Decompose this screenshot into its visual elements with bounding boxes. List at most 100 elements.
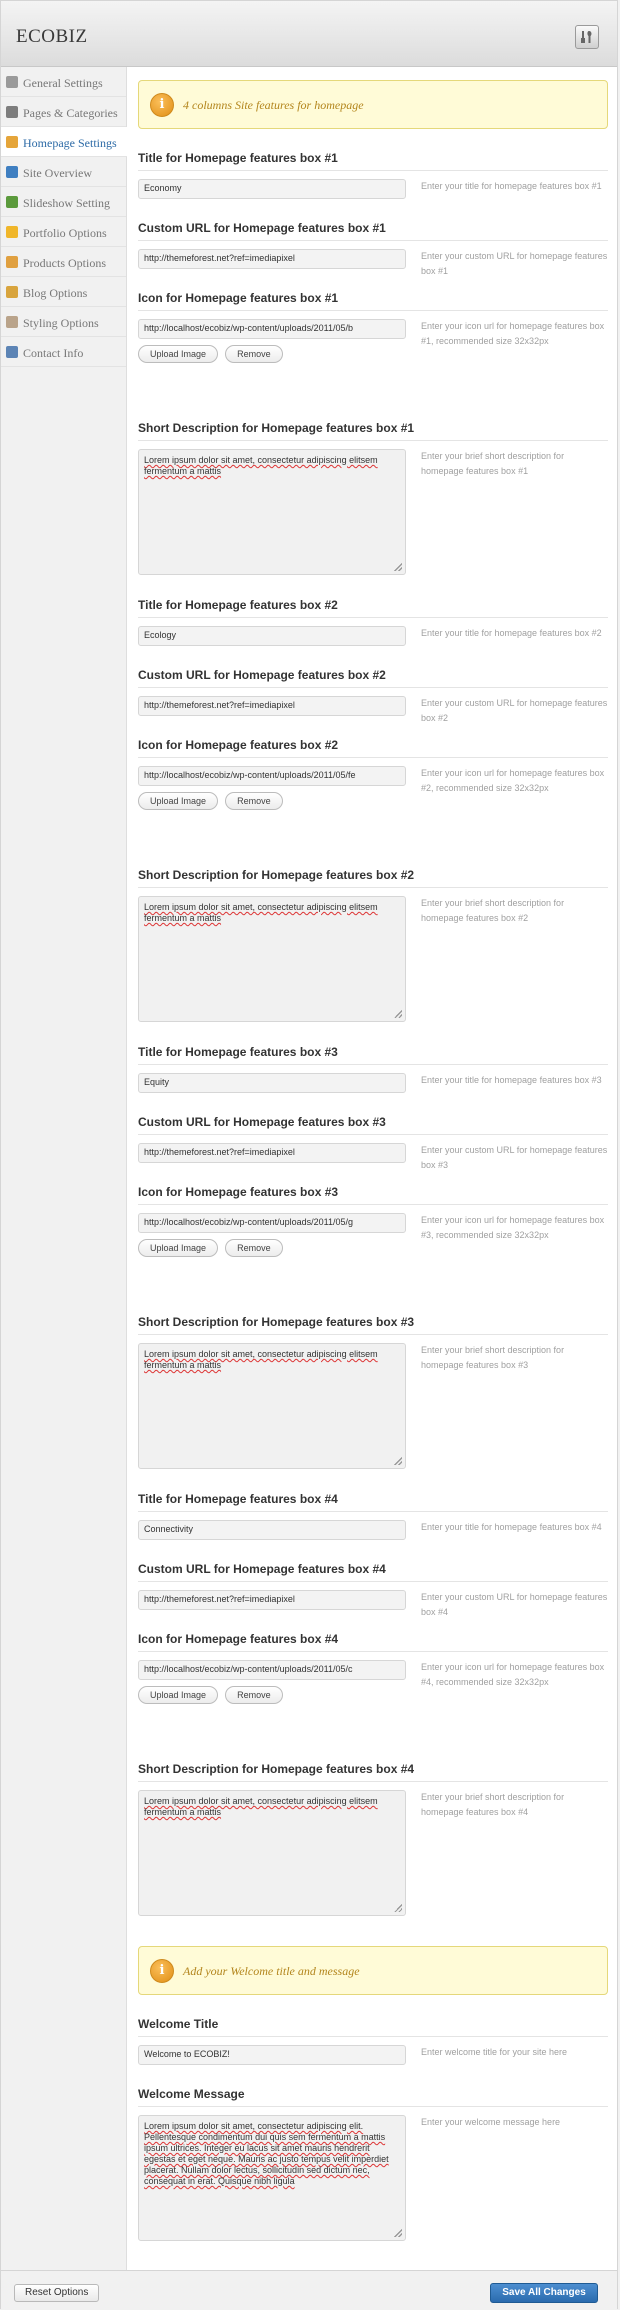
short-description-textarea[interactable]: Lorem ipsum dolor sit amet, consectetur … (138, 896, 406, 1022)
option-description: Enter your custom URL for homepage featu… (421, 698, 608, 723)
resize-handle[interactable] (394, 2229, 402, 2237)
option-label: Icon for Homepage features box #1 (138, 290, 608, 311)
option-label: Custom URL for Homepage features box #3 (138, 1114, 608, 1135)
brand-logo: ECOBIZ (16, 26, 88, 47)
option-label: Icon for Homepage features box #3 (138, 1184, 608, 1205)
option-label: Icon for Homepage features box #2 (138, 737, 608, 758)
option-welcome-message: Welcome Message Lorem ipsum dolor sit am… (138, 2086, 608, 2241)
option-short-desc-box-3: Short Description for Homepage features … (138, 1314, 608, 1469)
short-description-textarea[interactable]: Lorem ipsum dolor sit amet, consectetur … (138, 449, 406, 575)
slideshow-icon (6, 196, 18, 208)
sidebar-item-pages-categories[interactable]: Pages & Categories (1, 97, 126, 127)
sidebar-item-slideshow-setting[interactable]: Slideshow Setting (1, 187, 126, 217)
tools-icon[interactable] (575, 25, 599, 49)
upload-image-button[interactable]: Upload Image (138, 1239, 219, 1257)
option-label: Title for Homepage features box #3 (138, 1044, 608, 1065)
icon-url-input[interactable]: http://localhost/ecobiz/wp-content/uploa… (138, 1660, 406, 1680)
option-description: Enter your title for homepage features b… (421, 1522, 602, 1532)
sidebar-item-label: Pages & Categories (23, 106, 118, 120)
sidebar-item-general-settings[interactable]: General Settings (1, 67, 126, 97)
url-input[interactable]: http://themeforest.net?ref=imediapixel (138, 249, 406, 269)
option-label: Title for Homepage features box #1 (138, 150, 608, 171)
option-description: Enter your icon url for homepage feature… (421, 321, 605, 346)
sidebar-item-products-options[interactable]: Products Options (1, 247, 126, 277)
title-input[interactable]: Economy (138, 179, 406, 199)
sidebar-item-label: Blog Options (23, 286, 88, 300)
option-label: Title for Homepage features box #2 (138, 597, 608, 618)
icon-url-input[interactable]: http://localhost/ecobiz/wp-content/uploa… (138, 319, 406, 339)
pages-icon (6, 106, 18, 118)
icon-url-input[interactable]: http://localhost/ecobiz/wp-content/uploa… (138, 766, 406, 786)
textarea-content: Lorem ipsum dolor sit amet, consectetur … (144, 1796, 378, 1817)
option-welcome-title: Welcome Title Welcome to ECOBIZ! Enter w… (138, 2016, 608, 2065)
short-description-textarea[interactable]: Lorem ipsum dolor sit amet, consectetur … (138, 1790, 406, 1916)
notice-text: Add your Welcome title and message (183, 1964, 360, 1978)
upload-image-button[interactable]: Upload Image (138, 1686, 219, 1704)
option-label: Welcome Message (138, 2086, 608, 2107)
sidebar-item-homepage-settings[interactable]: Homepage Settings (1, 127, 127, 157)
gear-icon (6, 76, 18, 88)
welcome-title-input[interactable]: Welcome to ECOBIZ! (138, 2045, 406, 2065)
option-description: Enter your brief short description for h… (421, 1792, 565, 1817)
option-description: Enter your title for homepage features b… (421, 628, 602, 638)
textarea-content: Lorem ipsum dolor sit amet, consectetur … (144, 455, 378, 476)
url-input[interactable]: http://themeforest.net?ref=imediapixel (138, 1590, 406, 1610)
sidebar-item-contact-info[interactable]: Contact Info (1, 337, 126, 367)
title-input[interactable]: Connectivity (138, 1520, 406, 1540)
remove-button[interactable]: Remove (225, 345, 283, 363)
resize-handle[interactable] (394, 563, 402, 571)
option-description: Enter your icon url for homepage feature… (421, 1215, 605, 1240)
option-short-desc-box-2: Short Description for Homepage features … (138, 867, 608, 1022)
option-label: Short Description for Homepage features … (138, 420, 608, 441)
reset-options-button[interactable]: Reset Options (14, 2284, 100, 2302)
option-title-box-3: Title for Homepage features box #3 Equit… (138, 1044, 608, 1093)
save-all-changes-button[interactable]: Save All Changes (490, 2283, 598, 2303)
short-description-textarea[interactable]: Lorem ipsum dolor sit amet, consectetur … (138, 1343, 406, 1469)
option-url-box-2: Custom URL for Homepage features box #2 … (138, 667, 608, 723)
option-description: Enter your title for homepage features b… (421, 1075, 602, 1085)
option-title-box-2: Title for Homepage features box #2 Ecolo… (138, 597, 608, 646)
sidebar-item-label: Slideshow Setting (23, 196, 111, 210)
title-input[interactable]: Equity (138, 1073, 406, 1093)
option-label: Short Description for Homepage features … (138, 867, 608, 888)
sidebar-item-portfolio-options[interactable]: Portfolio Options (1, 217, 126, 247)
resize-handle[interactable] (394, 1010, 402, 1018)
remove-button[interactable]: Remove (225, 792, 283, 810)
option-label: Short Description for Homepage features … (138, 1761, 608, 1782)
title-input[interactable]: Ecology (138, 626, 406, 646)
upload-image-button[interactable]: Upload Image (138, 792, 219, 810)
option-title-box-4: Title for Homepage features box #4 Conne… (138, 1491, 608, 1540)
sidebar-item-blog-options[interactable]: Blog Options (1, 277, 126, 307)
option-description: Enter your icon url for homepage feature… (421, 768, 605, 793)
options-panel: ECOBIZ General Settings Pages & Categori… (0, 0, 618, 2310)
info-notice: i 4 columns Site features for homepage (138, 80, 608, 129)
sidebar-item-label: Contact Info (23, 346, 84, 360)
resize-handle[interactable] (394, 1904, 402, 1912)
sidebar-item-label: Homepage Settings (23, 136, 117, 150)
sidebar-item-site-overview[interactable]: Site Overview (1, 157, 126, 187)
option-description: Enter your brief short description for h… (421, 898, 565, 923)
option-label: Custom URL for Homepage features box #1 (138, 220, 608, 241)
option-icon-box-4: Icon for Homepage features box #4 http:/… (138, 1631, 608, 1704)
notice-text: 4 columns Site features for homepage (183, 98, 364, 112)
url-input[interactable]: http://themeforest.net?ref=imediapixel (138, 1143, 406, 1163)
info-notice: i Add your Welcome title and message (138, 1946, 608, 1995)
sidebar-item-styling-options[interactable]: Styling Options (1, 307, 126, 337)
option-label: Custom URL for Homepage features box #2 (138, 667, 608, 688)
option-description: Enter your icon url for homepage feature… (421, 1662, 605, 1687)
icon-url-input[interactable]: http://localhost/ecobiz/wp-content/uploa… (138, 1213, 406, 1233)
option-title-box-1: Title for Homepage features box #1 Econo… (138, 150, 608, 199)
option-description: Enter your welcome message here (421, 2117, 561, 2127)
option-icon-box-2: Icon for Homepage features box #2 http:/… (138, 737, 608, 810)
welcome-message-textarea[interactable]: Lorem ipsum dolor sit amet, consectetur … (138, 2115, 406, 2241)
remove-button[interactable]: Remove (225, 1686, 283, 1704)
upload-image-button[interactable]: Upload Image (138, 345, 219, 363)
url-input[interactable]: http://themeforest.net?ref=imediapixel (138, 696, 406, 716)
box-icon (6, 256, 18, 268)
textarea-content: Lorem ipsum dolor sit amet, consectetur … (144, 1349, 378, 1370)
option-short-desc-box-1: Short Description for Homepage features … (138, 420, 608, 575)
resize-handle[interactable] (394, 1457, 402, 1465)
remove-button[interactable]: Remove (225, 1239, 283, 1257)
option-url-box-4: Custom URL for Homepage features box #4 … (138, 1561, 608, 1617)
home-icon (6, 136, 18, 148)
